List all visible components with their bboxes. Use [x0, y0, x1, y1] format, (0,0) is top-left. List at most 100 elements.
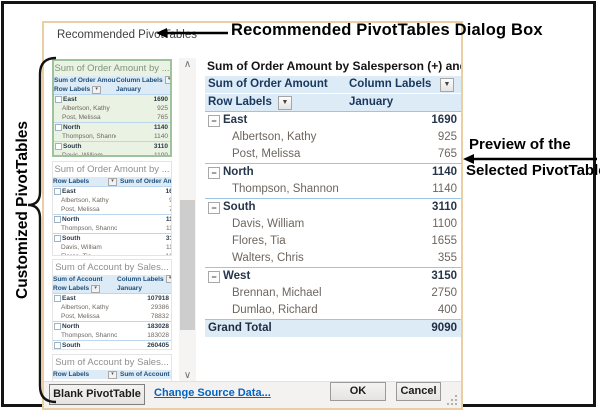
row-value: 1140 — [432, 183, 457, 195]
thumbnail-rows: East 107918 Albertson, Kathy 29386 Post,… — [53, 293, 171, 349]
thumbnail-table-row: South 260405 — [53, 340, 171, 349]
collapse-icon: − — [208, 201, 220, 214]
thumbnail-corner-label: Sum of Order Amount — [54, 77, 116, 84]
row-label: North — [63, 124, 81, 131]
row-label: South — [223, 201, 256, 213]
thumbnail-table-row: Post, Melissa 78832 — [53, 312, 171, 321]
preview-table-row: −Albertson, Kathy 925 — [205, 129, 461, 146]
thumbnail-sum-order-amount-flat[interactable]: Sum of Order Amount by ... Row Labels ▾ S… — [52, 161, 172, 256]
thumbnail-table-row: East 1690 — [53, 186, 171, 196]
thumbnail-header-row: Row Labels▾ Sum of Order Amo — [53, 177, 171, 186]
row-label: Flores, Tia — [61, 252, 91, 255]
preview-table-row: −Davis, William 1100 — [205, 216, 461, 233]
row-label: East — [62, 188, 76, 195]
pivottable-gallery: Sum of Order Amount by ... Sum of Order … — [52, 56, 174, 386]
row-label: Albertson, Kathy — [61, 304, 109, 311]
curly-brace-icon — [27, 56, 57, 404]
dropdown-arrow-icon: ▼ — [277, 95, 292, 110]
dropdown-arrow-icon: ▾ — [164, 76, 170, 84]
row-label: North — [62, 216, 80, 223]
row-value: 3110 — [432, 201, 457, 213]
cancel-button[interactable]: Cancel — [396, 382, 441, 401]
gallery-scrollbar[interactable]: ∧ ∨ — [179, 58, 196, 384]
preview-table-row: −Brennan, Michael 2750 — [205, 285, 461, 302]
row-label: Albertson, Kathy — [232, 131, 317, 143]
row-label: East — [223, 114, 248, 126]
row-label: Post, Melissa — [62, 114, 101, 121]
thumbnail-table-row: North 1140 — [53, 214, 171, 224]
row-label: South — [63, 143, 82, 150]
row-label: Thompson, Shannon — [62, 133, 116, 140]
thumbnail-table-row: East 107918 — [53, 293, 171, 303]
thumbnail-month-label: January — [117, 285, 142, 292]
thumbnail-month-label: January — [116, 86, 141, 93]
row-value: 1655 — [128, 252, 171, 255]
row-label: Davis, William — [61, 244, 102, 251]
resize-grip-icon[interactable] — [446, 394, 458, 406]
row-label: Albertson, Kathy — [62, 105, 110, 112]
thumbnail-header-row: Sum of Account Column Labels ▾ — [53, 275, 171, 284]
row-value: 107918 — [147, 295, 169, 302]
preview-rows: −East 1690 −Albertson, Kathy 925 −Post, … — [205, 112, 461, 337]
row-value: 765 — [437, 148, 457, 160]
row-value: 765 — [157, 114, 168, 121]
thumbnail-title: Sum of Account by Sales... — [55, 357, 169, 368]
callout-arrow-icon — [463, 154, 597, 164]
row-value: 1140 — [165, 216, 171, 223]
thumbnail-table-row: East 1690 — [54, 94, 170, 104]
row-value: 1100 — [154, 152, 168, 157]
row-label: East — [62, 295, 76, 302]
blank-pivottable-button[interactable]: Blank PivotTable — [49, 384, 145, 405]
thumbnail-table-row: Albertson, Kathy 29386 — [53, 303, 171, 312]
thumbnail-column-labels: Column Labels — [117, 276, 164, 283]
thumbnail-table-row: Post, Melissa 765 — [54, 113, 170, 122]
pivottable-preview: Sum of Order Amount by Salesperson (+) a… — [205, 56, 461, 383]
row-value: 1140 — [432, 166, 457, 178]
row-value: 260405 — [147, 342, 169, 349]
preview-table-row: −Post, Melissa 765 — [205, 146, 461, 163]
row-labels-header: Row Labels — [208, 96, 272, 108]
row-label: Albertson, Kathy — [61, 197, 109, 204]
row-label: North — [223, 166, 254, 178]
preview-table-row: −Thompson, Shannon 1140 — [205, 181, 461, 198]
thumbnail-column-labels: Column Labels — [116, 77, 163, 84]
scrollbar-thumb[interactable] — [180, 200, 195, 330]
thumbnail-sum-order-amount-columns[interactable]: Sum of Order Amount by ... Sum of Order … — [52, 59, 172, 157]
thumbnail-value-header: Sum of Order Amo — [120, 178, 171, 185]
chevron-up-icon[interactable]: ∧ — [179, 58, 196, 73]
month-header: January — [349, 96, 394, 108]
thumbnail-table-row: Albertson, Kathy 925 — [54, 104, 170, 113]
collapse-icon: − — [208, 166, 220, 179]
thumbnail-header-row: Row Labels ▾ January — [54, 85, 170, 94]
ok-button[interactable]: OK — [330, 382, 386, 401]
change-source-data-link[interactable]: Change Source Data... — [154, 387, 271, 399]
thumbnail-title: Sum of Account by Sales... — [55, 262, 169, 273]
preview-header-row: Sum of Order Amount Column Labels ▼ — [205, 76, 461, 94]
thumbnail-table-row: Thompson, Shannon 1140 — [54, 132, 170, 141]
callout-arrow-icon — [156, 28, 228, 38]
row-value: 1655 — [431, 235, 457, 247]
preview-title: Sum of Order Amount by Salesperson (+) a… — [207, 59, 461, 73]
row-label: South — [62, 235, 81, 242]
row-value: 29386 — [150, 304, 169, 311]
top-callout-label: Recommended PivotTables Dialog Box — [231, 21, 543, 39]
preview-table-row: − South 3110 — [205, 198, 461, 216]
dialog-footer: Blank PivotTable Change Source Data... O… — [44, 381, 461, 408]
row-label: Dumlao, Richard — [232, 304, 318, 316]
dropdown-arrow-icon: ▾ — [108, 370, 117, 379]
thumbnail-sum-account-columns[interactable]: Sum of Account by Sales... Sum of Accoun… — [52, 259, 172, 350]
dropdown-arrow-icon: ▾ — [165, 275, 171, 283]
collapse-icon: − — [208, 270, 220, 283]
row-label: Davis, William — [232, 218, 305, 230]
thumbnail-title: Sum of Order Amount by ... — [54, 164, 170, 175]
row-label: Davis, William — [62, 152, 103, 157]
thumbnail-sum-account-flat[interactable]: Sum of Account by Sales... Row Labels ▾ S… — [52, 354, 172, 384]
row-value: 183028 — [147, 332, 169, 339]
thumbnail-table-row: Thompson, Shannon 183028 — [53, 331, 171, 340]
row-label: Thompson, Shannon — [232, 183, 339, 195]
thumbnail-table-row: South 3110 — [53, 233, 171, 243]
preview-table: Sum of Order Amount Column Labels ▼ Row L… — [205, 76, 461, 337]
thumbnail-header-row: Row Labels ▾ January — [53, 284, 171, 293]
thumbnail-corner-label: Sum of Account — [53, 276, 103, 283]
preview-header-row: Row Labels ▼ January — [205, 94, 461, 112]
